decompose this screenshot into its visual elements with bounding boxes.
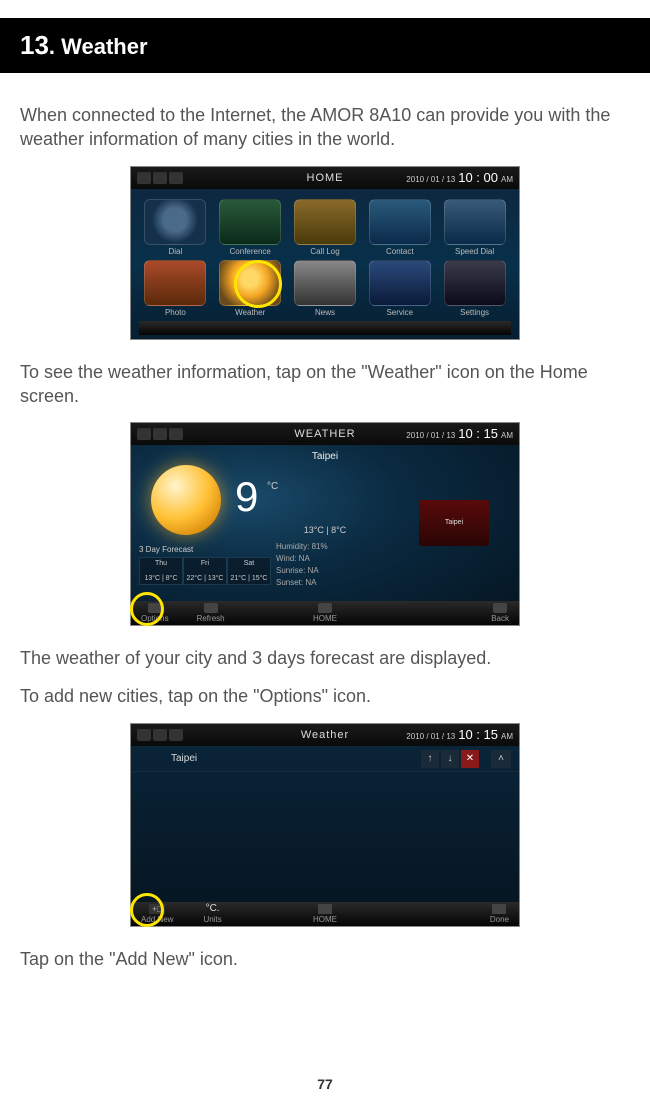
app-photo[interactable]: Photo xyxy=(139,260,212,317)
chapter-number: 13 xyxy=(20,30,49,60)
app-label: Conference xyxy=(214,247,287,256)
settings-icon xyxy=(444,260,506,306)
back-icon xyxy=(493,603,507,613)
app-label: Settings xyxy=(438,308,511,317)
humidity-value: Humidity: 81% xyxy=(276,541,328,553)
forecast-day: Fri22°C | 13°C xyxy=(183,557,227,585)
city-row-label: Taipei xyxy=(171,753,197,764)
app-label: Weather xyxy=(214,308,287,317)
app-label: Call Log xyxy=(289,247,362,256)
dial-icon xyxy=(144,199,206,245)
app-conference[interactable]: Conference xyxy=(214,199,287,256)
temperature-range: 13°C | 8°C xyxy=(131,525,519,535)
conference-icon xyxy=(219,199,281,245)
weather-icon xyxy=(219,260,281,306)
toolbar: Options Refresh HOME Back xyxy=(131,601,519,625)
photo-icon xyxy=(144,260,206,306)
app-label: Speed Dial xyxy=(438,247,511,256)
app-label: News xyxy=(289,308,362,317)
weather-details: Humidity: 81% Wind: NA Sunrise: NA Sunse… xyxy=(276,541,328,589)
forecast-day: Sat21°C | 15°C xyxy=(227,557,271,585)
app-dial[interactable]: Dial xyxy=(139,199,212,256)
screenshot-weather-detail: WEATHER 2010 / 01 / 13 10 : 15 AM Taipei… xyxy=(130,422,520,626)
app-settings[interactable]: Settings xyxy=(438,260,511,317)
toolbar: +□ Add New °C. Units HOME Done xyxy=(131,902,519,926)
home-button[interactable]: HOME xyxy=(313,904,337,924)
plus-icon: +□ xyxy=(149,904,165,914)
done-button[interactable]: Done xyxy=(490,904,509,924)
paragraph-forecast-displayed: The weather of your city and 3 days fore… xyxy=(20,646,630,670)
app-call-log[interactable]: Call Log xyxy=(289,199,362,256)
app-label: Contact xyxy=(363,247,436,256)
temperature-unit: °C xyxy=(267,481,278,492)
app-contact[interactable]: Contact xyxy=(363,199,436,256)
city-row[interactable]: Taipei ↑ ↓ ✕ ˄ xyxy=(131,746,519,772)
call-log-icon xyxy=(294,199,356,245)
app-label: Dial xyxy=(139,247,212,256)
chapter-header: 13. Weather xyxy=(0,18,650,73)
status-time: 2010 / 01 / 13 10 : 00 AM xyxy=(406,170,513,185)
options-icon xyxy=(148,603,162,613)
home-icon xyxy=(318,603,332,613)
condition-panel: Taipei xyxy=(419,500,489,546)
status-time: 2010 / 01 / 13 10 : 15 AM xyxy=(406,426,513,441)
paragraph-tap-add-new: Tap on the "Add New" icon. xyxy=(20,947,630,971)
move-up-button[interactable]: ↑ xyxy=(421,750,439,768)
paragraph-intro: When connected to the Internet, the AMOR… xyxy=(20,103,630,152)
status-bar: Weather 2010 / 01 / 13 10 : 15 AM xyxy=(131,724,519,746)
home-icon xyxy=(318,904,332,914)
pager-strip xyxy=(139,321,511,335)
contact-icon xyxy=(369,199,431,245)
home-button[interactable]: HOME xyxy=(313,603,337,623)
news-icon xyxy=(294,260,356,306)
screenshot-home: HOME 2010 / 01 / 13 10 : 00 AM DialConfe… xyxy=(130,166,520,340)
refresh-icon xyxy=(204,603,218,613)
options-button[interactable]: Options xyxy=(141,603,169,623)
status-bar: WEATHER 2010 / 01 / 13 10 : 15 AM xyxy=(131,423,519,445)
paragraph-tap-weather: To see the weather information, tap on t… xyxy=(20,360,630,409)
city-name: Taipei xyxy=(139,451,511,462)
delete-button[interactable]: ✕ xyxy=(461,750,479,768)
chapter-title: . Weather xyxy=(49,34,148,59)
status-time: 2010 / 01 / 13 10 : 15 AM xyxy=(406,727,513,742)
app-label: Service xyxy=(363,308,436,317)
back-button[interactable]: Back xyxy=(491,603,509,623)
app-label: Photo xyxy=(139,308,212,317)
app-weather[interactable]: Weather xyxy=(214,260,287,317)
forecast-label: 3 Day Forecast xyxy=(139,545,193,554)
app-news[interactable]: News xyxy=(289,260,362,317)
move-down-button[interactable]: ↓ xyxy=(441,750,459,768)
service-icon xyxy=(369,260,431,306)
units-button[interactable]: °C. Units xyxy=(203,903,221,924)
sunrise-value: Sunrise: NA xyxy=(276,565,328,577)
app-service[interactable]: Service xyxy=(363,260,436,317)
refresh-button[interactable]: Refresh xyxy=(197,603,225,623)
current-temperature: 9 xyxy=(235,473,258,521)
speed-dial-icon xyxy=(444,199,506,245)
sunset-value: Sunset: NA xyxy=(276,577,328,589)
scroll-up-button[interactable]: ˄ xyxy=(491,750,511,768)
paragraph-tap-options: To add new cities, tap on the "Options" … xyxy=(20,684,630,708)
add-new-button[interactable]: +□ Add New xyxy=(141,904,173,924)
screenshot-cities-list: Weather 2010 / 01 / 13 10 : 15 AM Taipei… xyxy=(130,723,520,927)
status-bar: HOME 2010 / 01 / 13 10 : 00 AM xyxy=(131,167,519,189)
forecast-day: Thu13°C | 8°C xyxy=(139,557,183,585)
units-symbol: °C. xyxy=(206,903,220,914)
app-speed-dial[interactable]: Speed Dial xyxy=(438,199,511,256)
wind-value: Wind: NA xyxy=(276,553,328,565)
page-number: 77 xyxy=(0,1076,650,1092)
done-icon xyxy=(492,904,506,914)
